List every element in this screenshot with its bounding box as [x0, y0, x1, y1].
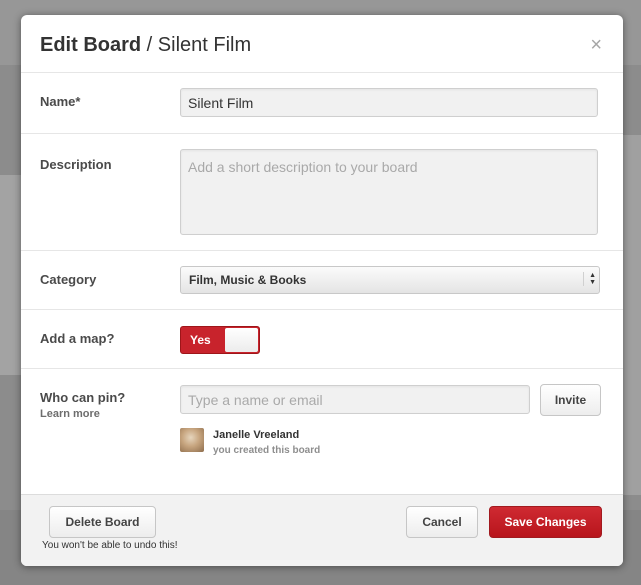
dialog-title: Edit Board / Silent Film [40, 34, 251, 57]
pinner-note: you created this board [213, 445, 321, 456]
description-label: Description [40, 157, 112, 172]
toggle-knob [225, 328, 258, 352]
dialog-footer: Delete Board You won't be able to undo t… [21, 494, 623, 566]
who-can-pin-label: Who can pin? [40, 390, 126, 405]
map-label: Add a map? [40, 331, 115, 346]
delete-board-button[interactable]: Delete Board [49, 506, 156, 538]
name-label: Name* [40, 94, 81, 109]
edit-board-dialog: Edit Board / Silent Film × Name* Descrip… [21, 15, 623, 566]
category-label: Category [40, 272, 97, 287]
map-toggle-label: Yes [190, 333, 211, 347]
map-row: Add a map? Yes [21, 310, 623, 369]
avatar [180, 428, 204, 452]
select-arrows-icon: ▲ ▼ [583, 272, 596, 286]
category-selected-value: Film, Music & Books [189, 273, 307, 287]
delete-board-label: Delete Board [65, 515, 140, 529]
description-row: Description [21, 134, 623, 251]
close-icon[interactable]: × [590, 35, 602, 55]
category-select[interactable]: Film, Music & Books ▲ ▼ [180, 266, 600, 294]
save-changes-button[interactable]: Save Changes [489, 506, 602, 538]
collaborators-row: Who can pin? Learn more Invite Janelle V… [21, 369, 623, 479]
collaborator-input[interactable] [180, 385, 530, 414]
delete-warning: You won't be able to undo this! [42, 540, 178, 551]
learn-more-link[interactable]: Learn more [40, 408, 100, 420]
category-row: Category Film, Music & Books ▲ ▼ [21, 251, 623, 310]
invite-button[interactable]: Invite [540, 384, 601, 416]
name-input[interactable] [180, 88, 598, 117]
description-textarea[interactable] [180, 149, 598, 235]
dialog-title-bold: Edit Board [40, 34, 142, 56]
dialog-header: Edit Board / Silent Film × [21, 15, 623, 73]
save-changes-label: Save Changes [504, 515, 587, 529]
pinner-name: Janelle Vreeland [213, 429, 300, 441]
dialog-title-board-name: / Silent Film [141, 34, 252, 56]
invite-button-label: Invite [554, 393, 587, 407]
cancel-button-label: Cancel [422, 515, 462, 529]
map-toggle[interactable]: Yes [180, 326, 260, 354]
cancel-button[interactable]: Cancel [406, 506, 478, 538]
name-row: Name* [21, 73, 623, 134]
